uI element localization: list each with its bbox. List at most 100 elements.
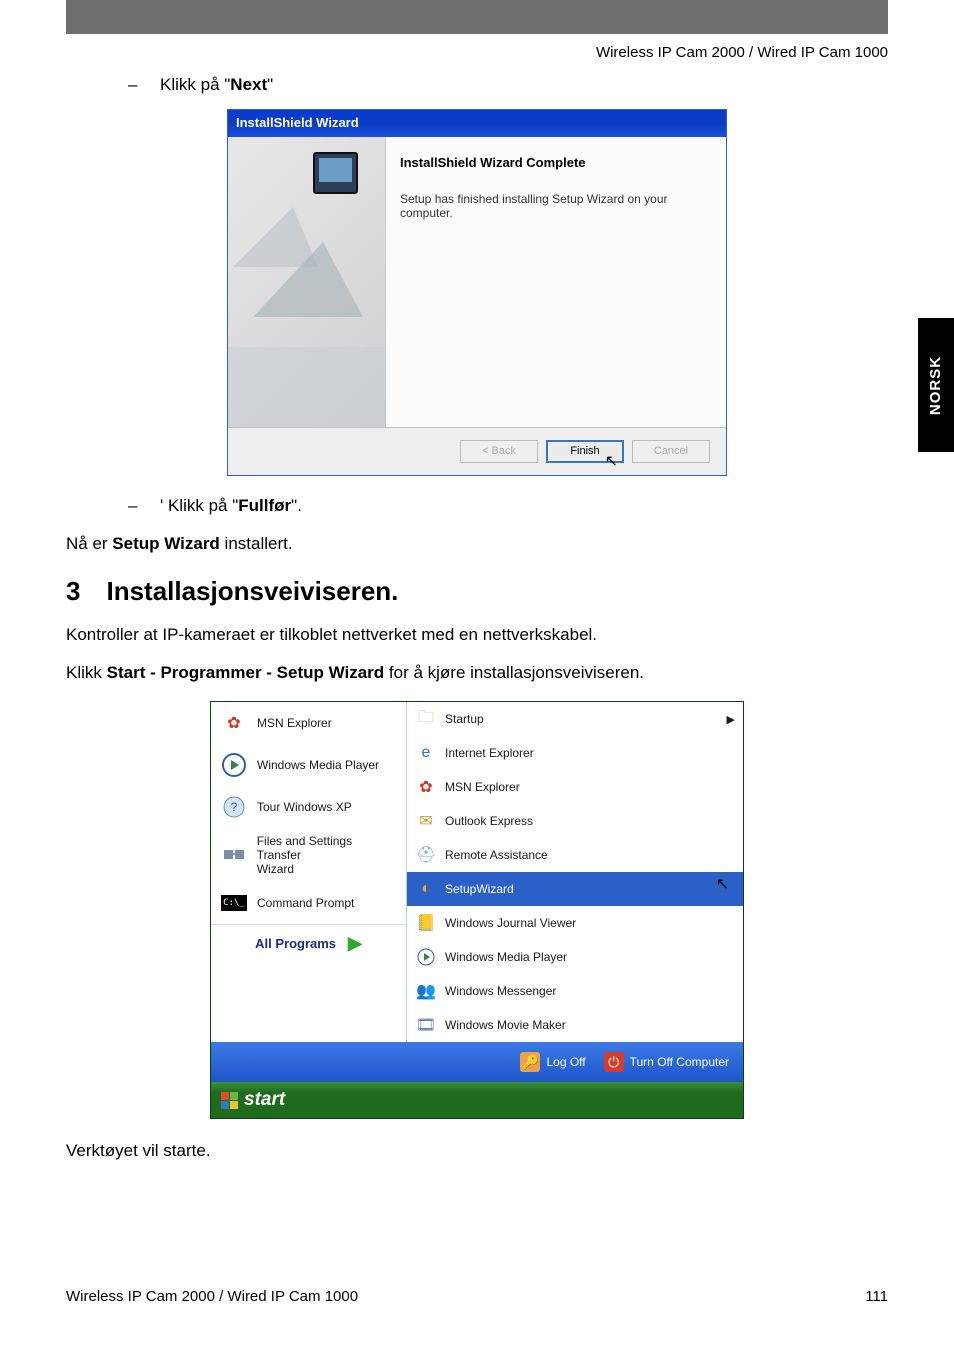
logoff-label: Log Off (546, 1055, 585, 1069)
wizard-main-panel: InstallShield Wizard Complete Setup has … (386, 137, 726, 427)
bullet-next-suffix: " (267, 75, 273, 94)
bullet-fullfor-bold: Fullfør (238, 496, 291, 515)
cursor-icon: ↖ (605, 452, 618, 471)
submenu-journal[interactable]: 📒 Windows Journal Viewer (407, 906, 743, 940)
submenu-moviemaker-label: Windows Movie Maker (445, 1018, 566, 1032)
submenu-wmp-label: Windows Media Player (445, 950, 567, 964)
all-programs-arrow-icon: ▶ (348, 933, 362, 954)
para-run-wizard: Klikk Start - Programmer - Setup Wizard … (66, 663, 888, 683)
para-installed-bold: Setup Wizard (112, 534, 220, 553)
msn-butterfly-icon: ✿ (415, 776, 437, 798)
start-menu-footer: 🔑 Log Off ⏻ Turn Off Computer (211, 1042, 743, 1082)
submenu-messenger-label: Windows Messenger (445, 984, 556, 998)
submenu-messenger[interactable]: 👥 Windows Messenger (407, 974, 743, 1008)
start-menu-screenshot: ✿ MSN Explorer Windows Media Player ? To… (210, 701, 744, 1119)
logoff-icon: 🔑 (520, 1052, 540, 1072)
svg-text:?: ? (231, 800, 238, 814)
taskbar: start (211, 1082, 743, 1118)
submenu-msn-label: MSN Explorer (445, 780, 520, 794)
section-3-title: Installasjonsveiviseren. (106, 576, 398, 607)
page-footer: Wireless IP Cam 2000 / Wired IP Cam 1000… (66, 1288, 888, 1305)
sm-left-tour-label: Tour Windows XP (257, 800, 352, 814)
installshield-wizard-window: InstallShield Wizard InstallShield Wizar… (227, 109, 727, 476)
moviemaker-icon: 🎞 (415, 1014, 437, 1036)
start-menu-programs-submenu: 🗀 Startup ▶ e Internet Explorer ✿ MSN Ex… (407, 702, 743, 1042)
sm-left-fst-label: Files and Settings Transfer Wizard (257, 834, 398, 876)
para-run-bold: Start - Programmer - Setup Wizard (107, 663, 385, 682)
bullet-next-prefix: Klikk på " (160, 75, 230, 94)
top-gray-bar (66, 0, 888, 34)
folder-icon: 🗀 (415, 708, 437, 730)
submenu-journal-label: Windows Journal Viewer (445, 916, 576, 930)
para-run-suffix: for å kjøre installasjonsveiviseren. (384, 663, 644, 682)
start-button-label: start (244, 1089, 285, 1111)
bullet-fullfor-suffix: ". (291, 496, 302, 515)
submenu-moviemaker[interactable]: 🎞 Windows Movie Maker (407, 1008, 743, 1042)
bullet-fullfor: ' Klikk på "Fullfør". (66, 496, 888, 516)
sm-left-wmp-label: Windows Media Player (257, 758, 379, 772)
sm-left-cmd[interactable]: C:\_ Command Prompt (211, 882, 406, 924)
submenu-outlook-label: Outlook Express (445, 814, 533, 828)
submenu-msn[interactable]: ✿ MSN Explorer (407, 770, 743, 804)
sm-left-wmp[interactable]: Windows Media Player (211, 744, 406, 786)
wizard-complete-title: InstallShield Wizard Complete (400, 155, 712, 170)
submenu-startup-label: Startup (445, 712, 484, 726)
footer-product-line: Wireless IP Cam 2000 / Wired IP Cam 1000 (66, 1288, 358, 1305)
page-content: Wireless IP Cam 2000 / Wired IP Cam 1000… (0, 34, 954, 1161)
journal-icon: 📒 (415, 912, 437, 934)
msn-butterfly-icon: ✿ (219, 708, 249, 738)
windows-flag-icon (221, 1092, 238, 1109)
sm-left-cmd-label: Command Prompt (257, 896, 354, 910)
sm-left-msn-explorer[interactable]: ✿ MSN Explorer (211, 702, 406, 744)
bullet-next: Klikk på "Next" (66, 75, 888, 95)
submenu-setupwizard-label: SetupWizard (445, 882, 514, 896)
turnoff-label: Turn Off Computer (630, 1055, 729, 1069)
start-button[interactable]: start (221, 1089, 285, 1111)
logoff-button[interactable]: 🔑 Log Off (520, 1052, 585, 1072)
turnoff-button[interactable]: ⏻ Turn Off Computer (604, 1052, 729, 1072)
sm-left-msn-label: MSN Explorer (257, 716, 332, 730)
submenu-arrow-icon: ▶ (727, 713, 735, 726)
wizard-button-bar: < Back Finish ↖ Cancel (228, 427, 726, 475)
sm-left-tour[interactable]: ? Tour Windows XP (211, 786, 406, 828)
section-3-number: 3 (66, 576, 80, 607)
wmp-icon (415, 946, 437, 968)
submenu-startup[interactable]: 🗀 Startup ▶ (407, 702, 743, 736)
para-setup-installed: Nå er Setup Wizard installert. (66, 534, 888, 554)
fst-line1: Files and Settings Transfer (257, 834, 352, 862)
sm-left-fst[interactable]: Files and Settings Transfer Wizard (211, 828, 406, 882)
header-product-line: Wireless IP Cam 2000 / Wired IP Cam 1000 (66, 34, 888, 75)
setupwizard-icon: ◐ (415, 878, 437, 900)
all-programs-label: All Programs (255, 936, 336, 951)
fst-line2: Wizard (257, 862, 294, 876)
wizard-sidebar-image (228, 137, 386, 427)
submenu-ie-label: Internet Explorer (445, 746, 534, 760)
fst-wizard-icon (219, 840, 249, 870)
all-programs-button[interactable]: All Programs ▶ (211, 924, 406, 962)
para-installed-prefix: Nå er (66, 534, 112, 553)
cursor-icon: ↖ (716, 874, 729, 894)
para-run-prefix: Klikk (66, 663, 107, 682)
back-button: < Back (460, 440, 538, 463)
bullet-fullfor-prefix: ' Klikk på " (160, 496, 238, 515)
cancel-button: Cancel (632, 440, 710, 463)
start-menu-left-column: ✿ MSN Explorer Windows Media Player ? To… (211, 702, 407, 1042)
submenu-remote-label: Remote Assistance (445, 848, 548, 862)
para-installed-suffix: installert. (220, 534, 293, 553)
submenu-wmp[interactable]: Windows Media Player (407, 940, 743, 974)
turnoff-icon: ⏻ (604, 1052, 624, 1072)
page-number: 111 (865, 1288, 888, 1305)
cmd-icon: C:\_ (219, 888, 249, 918)
finish-button[interactable]: Finish ↖ (546, 440, 624, 463)
para-tool-start: Verktøyet vil starte. (66, 1141, 888, 1161)
submenu-remote[interactable]: ⛑ Remote Assistance (407, 838, 743, 872)
submenu-ie[interactable]: e Internet Explorer (407, 736, 743, 770)
finish-button-label: Finish (570, 445, 599, 457)
language-tab-label: NORSK (928, 355, 945, 414)
wmp-icon (219, 750, 249, 780)
wizard-complete-desc: Setup has finished installing Setup Wiza… (400, 192, 712, 220)
language-tab: NORSK (918, 318, 954, 452)
submenu-outlook[interactable]: ✉ Outlook Express (407, 804, 743, 838)
window-titlebar: InstallShield Wizard (228, 110, 726, 137)
submenu-setupwizard[interactable]: ◐ SetupWizard ↖ (407, 872, 743, 906)
